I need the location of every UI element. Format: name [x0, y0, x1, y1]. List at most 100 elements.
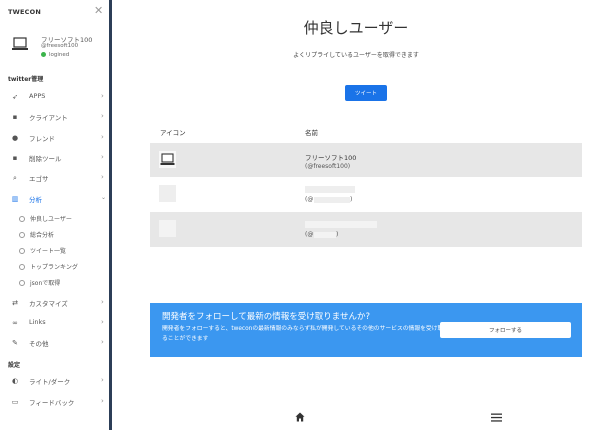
chevron-right-icon: ›	[101, 298, 104, 306]
column-header-name: 名前	[305, 129, 318, 137]
chevron-right-icon: ›	[101, 376, 104, 384]
circle-icon	[19, 264, 25, 270]
name-placeholder	[305, 186, 355, 193]
sidebar-item-label: ライト/ダーク	[29, 378, 71, 386]
follow-button[interactable]: フォローする	[440, 322, 571, 338]
column-header-icon: アイコン	[160, 129, 186, 137]
sidebar-item-label: フレンド	[29, 135, 55, 143]
handle-suffix: )	[350, 196, 353, 203]
circle-icon	[19, 248, 25, 254]
table-row[interactable]: (@ )	[150, 212, 582, 247]
sidebar: TWECON ✕ フリーソフト100 @freesoft100 logined …	[0, 0, 112, 430]
handle-prefix: (@	[305, 231, 314, 238]
subitem-label: jsonで取得	[30, 280, 61, 287]
handle-suffix: )	[336, 231, 339, 238]
user-avatar	[159, 151, 176, 168]
circle-icon	[19, 232, 25, 238]
sidebar-item-friends[interactable]: ● フレンド ›	[0, 128, 109, 148]
chevron-right-icon: ›	[101, 338, 104, 346]
section-twitter-label: twitter管理	[8, 76, 44, 83]
circle-icon	[19, 280, 25, 286]
chart-icon: ▥	[11, 195, 19, 203]
subitem-close-users[interactable]: 仲良しユーザー	[0, 211, 109, 227]
brand-logo: TWECON	[8, 8, 41, 16]
circle-icon	[19, 216, 25, 222]
close-icon[interactable]: ✕	[94, 5, 103, 16]
chevron-right-icon: ›	[101, 153, 104, 161]
laptop-avatar-icon	[12, 37, 28, 50]
home-icon[interactable]	[295, 412, 305, 422]
sidebar-item-label: Links	[29, 318, 46, 326]
chevron-right-icon: ›	[101, 92, 104, 100]
sidebar-item-links[interactable]: ∞ Links ›	[0, 313, 109, 333]
sidebar-item-feedback[interactable]: ▭ フィードバック ›	[0, 392, 109, 412]
sidebar-item-label: フィードバック	[29, 399, 75, 407]
laptop-avatar-icon	[160, 153, 175, 165]
sidebar-item-analysis[interactable]: ▥ 分析 ⌄	[0, 189, 109, 209]
user-avatar	[159, 220, 176, 237]
profile-status: logined	[41, 52, 69, 58]
follow-banner: 開発者をフォローして最新の情報を受け取りませんか? 開発者をフォローすると、tw…	[150, 303, 582, 357]
sidebar-item-other[interactable]: ✎ その他 ›	[0, 333, 109, 353]
trash-icon: ▪	[12, 113, 18, 121]
sidebar-item-apps[interactable]: ➶ APPS ›	[0, 87, 109, 107]
sidebar-item-delete-tools[interactable]: ▪ 削除ツール ›	[0, 148, 109, 168]
trash-icon: ▪	[12, 154, 18, 162]
banner-text: 開発者をフォローすると、tweconの最新情報のみならず私が開発しているその他の…	[162, 326, 444, 342]
online-dot-icon	[41, 52, 46, 57]
chevron-right-icon: ›	[101, 112, 104, 120]
users-icon: ●	[11, 134, 19, 142]
user-handle: (@freesoft100)	[305, 163, 351, 170]
sidebar-header: TWECON ✕	[0, 5, 109, 20]
chevron-right-icon: ›	[101, 173, 104, 181]
user-name: フリーソフト100	[305, 154, 357, 162]
section-settings-label: 設定	[8, 362, 21, 369]
sidebar-item-client[interactable]: ▪ クライアント ›	[0, 107, 109, 127]
name-placeholder	[305, 221, 377, 228]
main-content: 仲良しユーザー よくリプライしているユーザーを取得できます ツイート アイコン …	[112, 0, 600, 430]
menu-icon[interactable]	[491, 413, 502, 422]
subitem-label: 総合分析	[30, 232, 55, 239]
search-icon: ⌕	[13, 174, 17, 182]
handle-prefix: (@	[305, 196, 314, 203]
chevron-down-icon: ⌄	[101, 194, 107, 201]
sidebar-item-label: エゴサ	[29, 175, 49, 183]
subitem-label: 仲良しユーザー	[30, 216, 72, 223]
sidebar-item-label: 分析	[29, 196, 42, 204]
sidebar-item-label: 削除ツール	[29, 155, 62, 163]
subitem-json-export[interactable]: jsonで取得	[0, 275, 109, 291]
profile-handle: @freesoft100	[41, 43, 79, 49]
sidebar-item-egosa[interactable]: ⌕ エゴサ ›	[0, 168, 109, 188]
sidebar-item-label: APPS	[29, 92, 46, 100]
rocket-icon: ➶	[12, 93, 18, 101]
sidebar-item-customize[interactable]: ⇄ カスタマイズ ›	[0, 293, 109, 313]
table-row[interactable]: (@ )	[150, 178, 582, 212]
banner-title: 開発者をフォローして最新の情報を受け取りませんか?	[162, 312, 371, 322]
contrast-icon: ◐	[11, 377, 19, 385]
user-avatar	[159, 185, 176, 202]
handle-placeholder	[314, 197, 350, 203]
subitem-tweet-list[interactable]: ツイート一覧	[0, 243, 109, 259]
subitem-label: トップランキング	[30, 264, 78, 271]
status-label: logined	[49, 52, 70, 58]
sidebar-item-label: カスタマイズ	[29, 300, 68, 308]
arrows-icon: ⇄	[12, 299, 18, 307]
chevron-right-icon: ›	[101, 133, 104, 141]
chevron-right-icon: ›	[101, 318, 104, 326]
subitem-overall-analysis[interactable]: 総合分析	[0, 227, 109, 243]
sidebar-item-theme[interactable]: ◐ ライト/ダーク ›	[0, 371, 109, 391]
chevron-right-icon: ›	[101, 397, 104, 405]
sidebar-item-label: クライアント	[29, 114, 68, 122]
subitem-top-ranking[interactable]: トップランキング	[0, 259, 109, 275]
subitem-label: ツイート一覧	[30, 248, 67, 255]
comment-icon: ▭	[11, 398, 19, 406]
table-row[interactable]: フリーソフト100 (@freesoft100)	[150, 143, 582, 177]
handle-placeholder	[314, 232, 336, 238]
page-subtitle: よくリプライしているユーザーを取得できます	[293, 52, 419, 59]
sidebar-item-label: その他	[29, 340, 49, 348]
link-icon: ∞	[12, 319, 18, 327]
pen-icon: ✎	[12, 339, 18, 347]
tweet-button[interactable]: ツイート	[345, 85, 387, 101]
user-profile[interactable]: フリーソフト100 @freesoft100 logined	[8, 33, 108, 63]
page-title: 仲良しユーザー	[303, 19, 409, 37]
